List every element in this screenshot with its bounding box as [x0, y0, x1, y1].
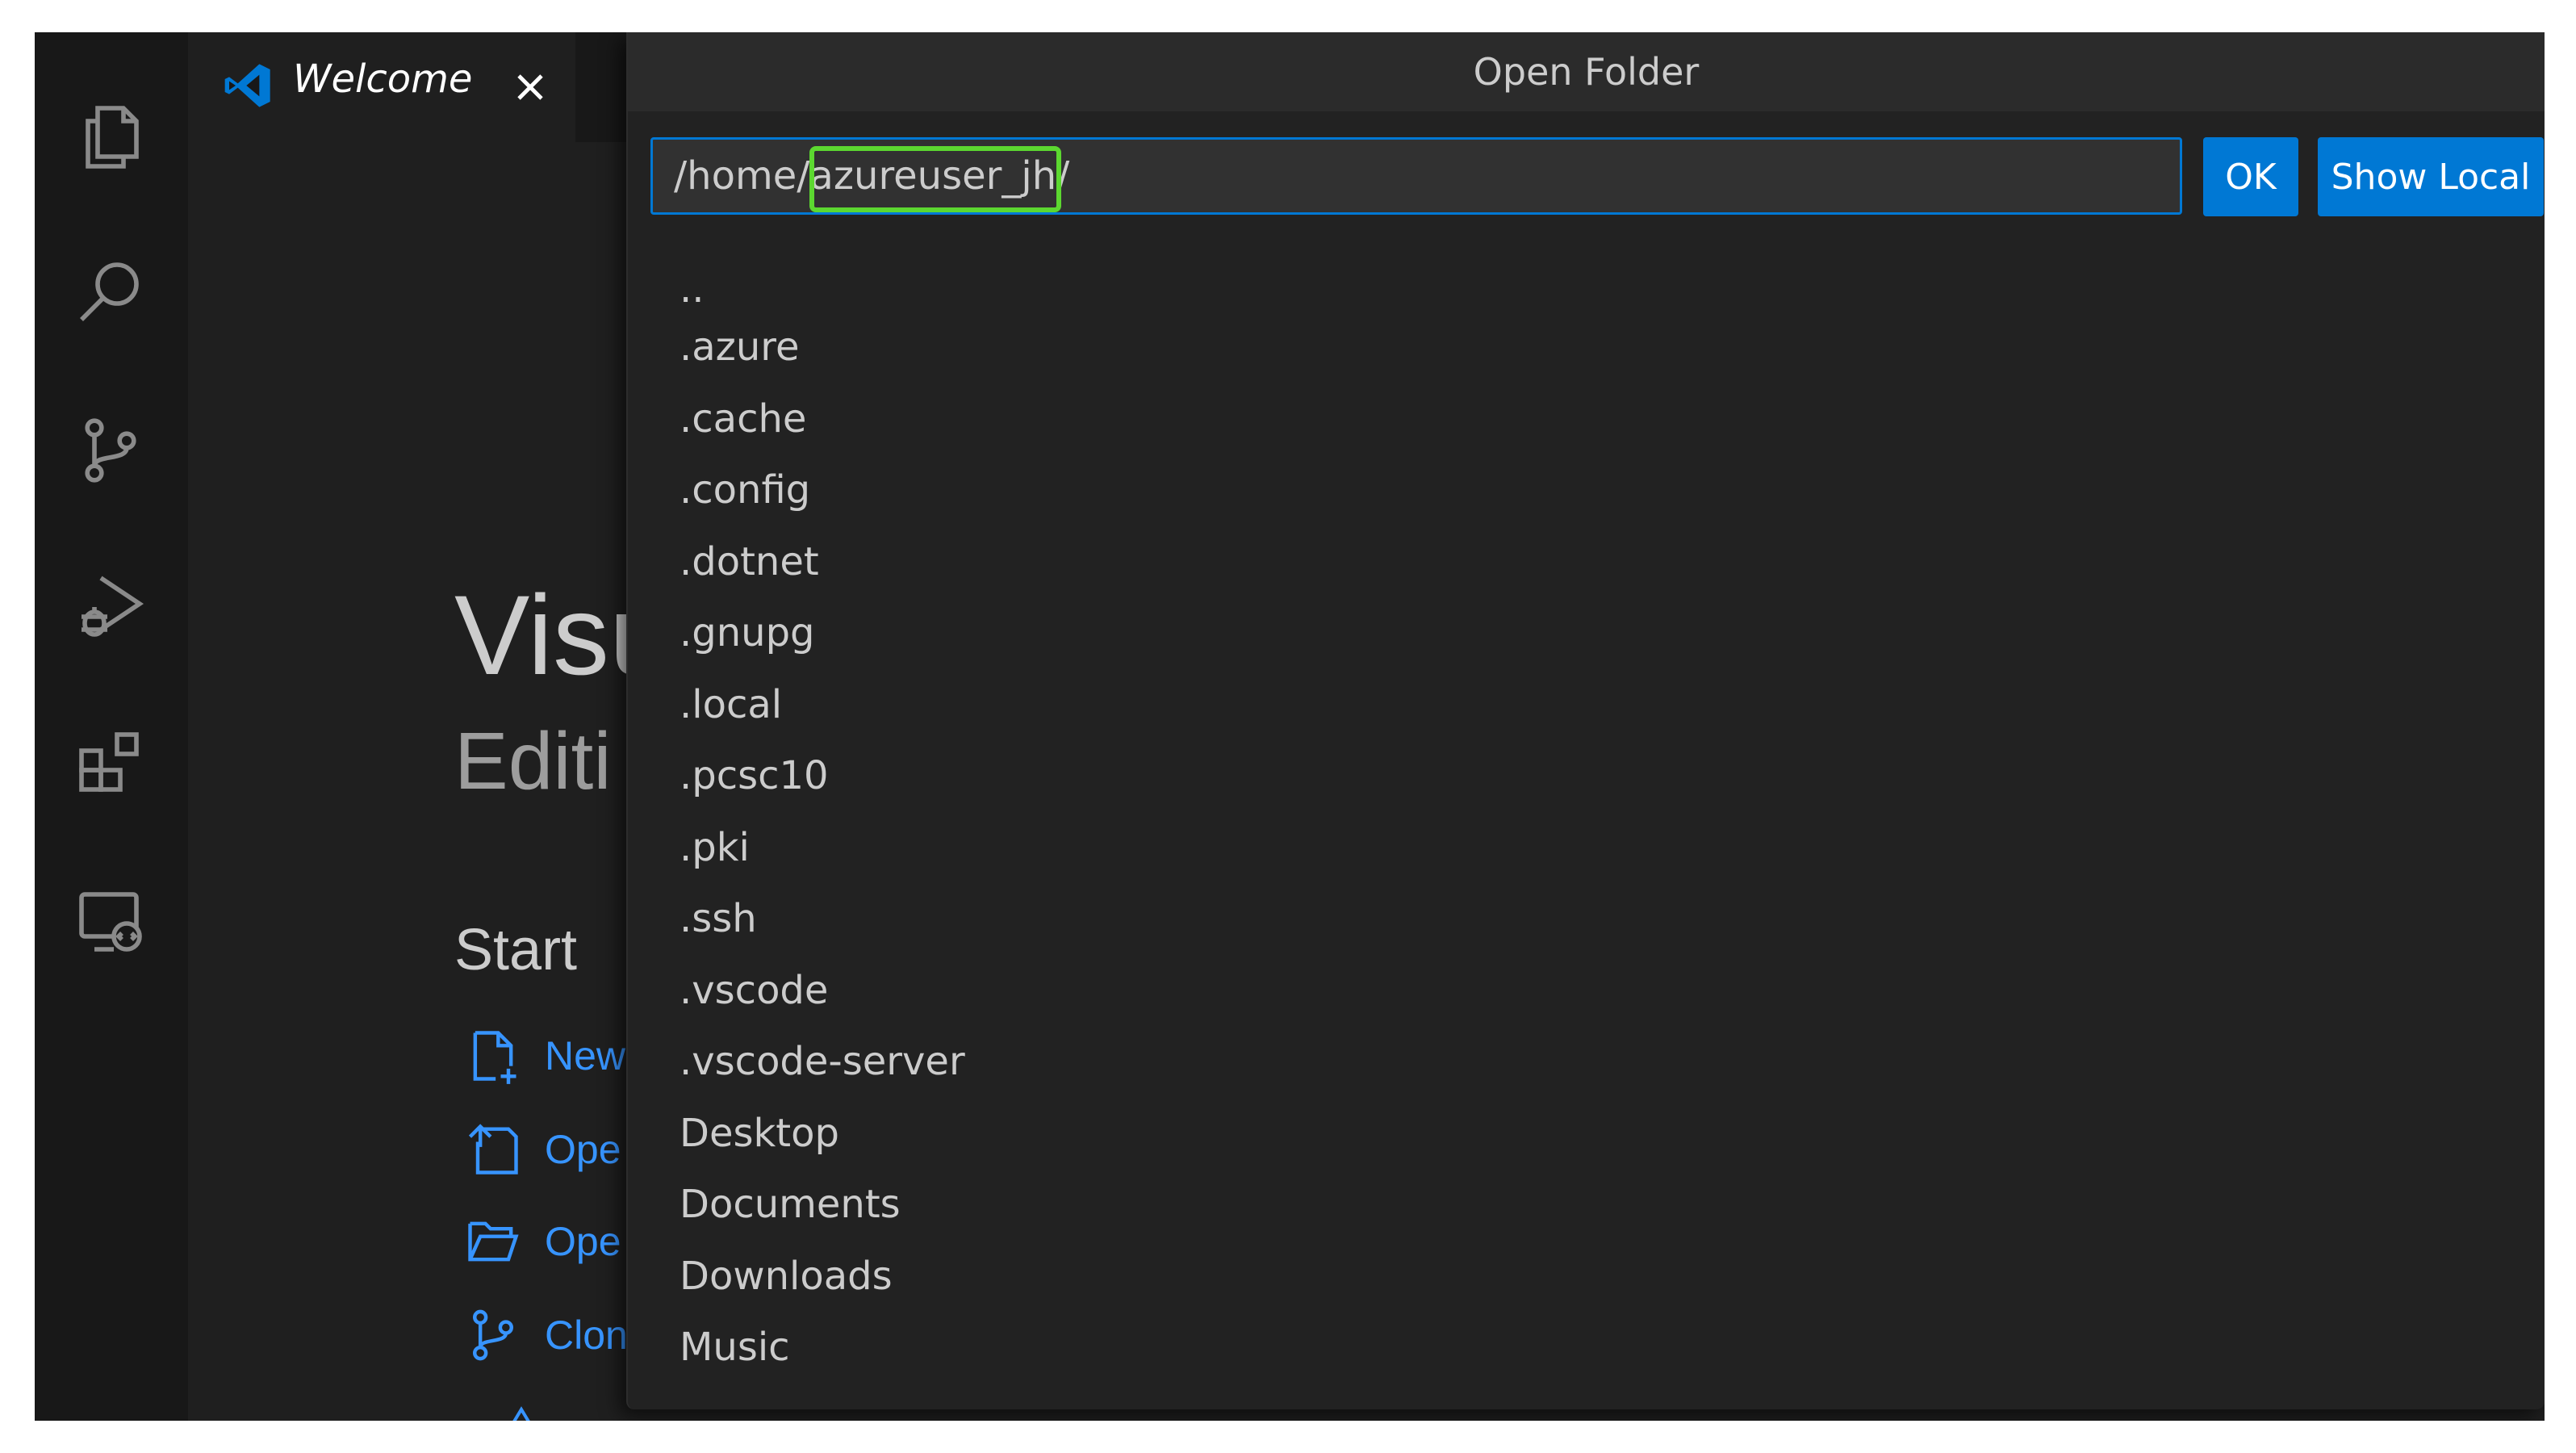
ok-button[interactable]: OK — [2203, 137, 2298, 216]
start-open-file-link[interactable]: Ope — [462, 1117, 621, 1182]
folder-list-item[interactable]: Desktop — [628, 1098, 2545, 1170]
folder-list-item[interactable]: .vscode-server — [628, 1026, 2545, 1098]
source-control-icon — [472, 1309, 514, 1361]
folder-list-item[interactable]: .cache — [628, 383, 2545, 455]
open-folder-icon — [468, 1221, 519, 1262]
dialog-title-bar: Open Folder — [628, 32, 2545, 111]
folder-list-item[interactable]: .vscode — [628, 955, 2545, 1027]
folder-list-item[interactable]: .dotnet — [628, 526, 2545, 598]
new-file-icon — [473, 1031, 516, 1084]
open-folder-dialog: Open Folder OK Show Local ...azure.cache… — [626, 32, 2545, 1409]
show-local-button[interactable]: Show Local — [2318, 137, 2544, 216]
folder-list-item[interactable]: .. — [628, 244, 2545, 312]
vscode-logo-icon — [224, 64, 270, 107]
path-input-container — [650, 137, 2182, 215]
folder-list-item[interactable]: .gnupg — [628, 597, 2545, 669]
folder-list-item[interactable]: .ssh — [628, 883, 2545, 955]
welcome-subtitle: Editi — [454, 716, 612, 806]
start-heading: Start — [454, 918, 578, 982]
folder-list-item[interactable]: Downloads — [628, 1241, 2545, 1313]
close-icon[interactable] — [511, 68, 550, 107]
vscode-window: Welcome Visu Editi Start New Ope Ope Clo… — [35, 32, 2545, 1421]
remote-explorer-icon[interactable] — [70, 880, 151, 961]
tab-welcome[interactable]: Welcome — [188, 32, 575, 142]
folder-list-item[interactable]: .pki — [628, 812, 2545, 884]
open-file-icon — [468, 1124, 518, 1175]
folder-list-item[interactable]: .local — [628, 669, 2545, 741]
start-item-label: Clon — [545, 1313, 628, 1358]
folder-list-item[interactable]: Documents — [628, 1169, 2545, 1241]
dialog-title: Open Folder — [1473, 50, 1700, 94]
path-input[interactable] — [653, 140, 2180, 212]
chevron-icon — [512, 1406, 530, 1421]
search-icon[interactable] — [70, 253, 151, 334]
explorer-icon[interactable] — [70, 97, 151, 178]
folder-list-item[interactable]: Pictures — [628, 1384, 2545, 1400]
source-control-icon[interactable] — [70, 410, 151, 491]
start-clone-link[interactable]: Clon — [462, 1303, 628, 1367]
folder-list: .. .azure .cache .config .dotnet .gnupg .local… — [628, 244, 2545, 1400]
start-item-label: New — [545, 1033, 626, 1078]
start-open-folder-link[interactable]: Ope — [462, 1209, 621, 1274]
start-new-file-link[interactable]: New — [462, 1024, 625, 1088]
folder-list-item[interactable]: .azure — [628, 312, 2545, 383]
extensions-icon[interactable] — [70, 723, 151, 804]
activity-bar — [35, 32, 188, 1421]
folder-list-item[interactable]: .config — [628, 454, 2545, 526]
start-item-label: Ope — [545, 1219, 621, 1264]
start-item-label: Ope — [545, 1127, 621, 1172]
tab-title: Welcome — [293, 57, 473, 102]
folder-list-item[interactable]: Music — [628, 1312, 2545, 1384]
run-debug-icon[interactable] — [70, 567, 151, 647]
folder-list-item[interactable]: .pcsc10 — [628, 740, 2545, 812]
